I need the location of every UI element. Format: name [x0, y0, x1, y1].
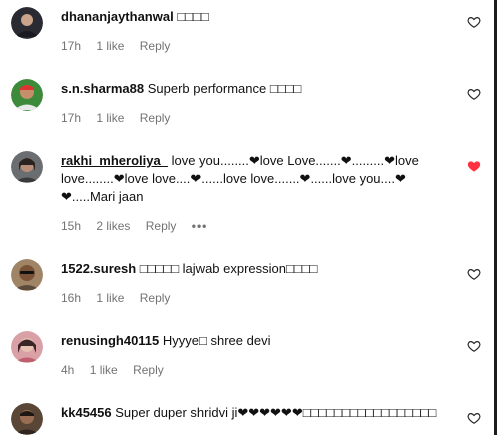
comment-text-line: renusingh40115 Hyyye□ shree devi — [61, 332, 441, 350]
comment-likes[interactable]: 1 like — [96, 111, 124, 125]
comment-text-line: dhananjaythanwal □□□□ — [61, 8, 441, 26]
comment-text: □□□□□ lajwab expression□□□□ — [139, 261, 318, 276]
comment-text-line: kk45456 Super duper shridvi ji❤❤❤❤❤❤□□□□… — [61, 404, 441, 422]
comment-meta: 17h 1 like Reply — [61, 38, 441, 54]
comment-meta: 16h 1 like Reply — [61, 290, 441, 306]
heart-outline-icon[interactable] — [467, 339, 481, 353]
heart-outline-icon[interactable] — [467, 411, 481, 425]
comment-text: □□□□ — [177, 9, 209, 24]
heart-outline-icon[interactable] — [467, 267, 481, 281]
comment-time: 17h — [61, 111, 82, 125]
comment-text: Super duper shridvi ji❤❤❤❤❤❤□□□□□□□□□□□□… — [115, 405, 437, 420]
comment-body: renusingh40115 Hyyye□ shree devi 4h 1 li… — [61, 332, 441, 378]
avatar[interactable] — [11, 331, 43, 363]
avatar[interactable] — [11, 403, 43, 435]
avatar[interactable] — [11, 259, 43, 291]
avatar[interactable] — [11, 151, 43, 183]
reply-button[interactable]: Reply — [146, 219, 177, 233]
comment-body: s.n.sharma88 Superb performance □□□□ 17h… — [61, 80, 441, 126]
comment-likes[interactable]: 1 like — [90, 363, 118, 377]
comment-username[interactable]: kk45456 — [61, 405, 112, 420]
comment-body: rakhi_mheroliya_ love you........❤love L… — [61, 152, 441, 234]
comment-text: Superb performance □□□□ — [147, 81, 302, 96]
reply-button[interactable]: Reply — [140, 111, 171, 125]
reply-button[interactable]: Reply — [140, 291, 171, 305]
comment-body: kk45456 Super duper shridvi ji❤❤❤❤❤❤□□□□… — [61, 404, 441, 422]
comment-username[interactable]: renusingh40115 — [61, 333, 159, 348]
comment-meta: 17h 1 like Reply — [61, 110, 441, 126]
comment-text: Hyyye□ shree devi — [162, 333, 271, 348]
comment-time: 15h — [61, 219, 82, 233]
comment-text-line: 1522.suresh □□□□□ lajwab expression□□□□ — [61, 260, 441, 278]
comment-username[interactable]: rakhi_mheroliya_ — [61, 153, 168, 168]
heart-filled-icon[interactable] — [467, 159, 481, 173]
comment-time: 17h — [61, 39, 82, 53]
heart-outline-icon[interactable] — [467, 15, 481, 29]
reply-button[interactable]: Reply — [140, 39, 171, 53]
comment-body: 1522.suresh □□□□□ lajwab expression□□□□ … — [61, 260, 441, 306]
comment-time: 16h — [61, 291, 82, 305]
comment-meta: 4h 1 like Reply — [61, 362, 441, 378]
comment-text-line: s.n.sharma88 Superb performance □□□□ — [61, 80, 441, 98]
reply-button[interactable]: Reply — [133, 363, 164, 377]
comment-username[interactable]: dhananjaythanwal — [61, 9, 174, 24]
comment-likes[interactable]: 2 likes — [96, 219, 130, 233]
comment-body: dhananjaythanwal □□□□ 17h 1 like Reply — [61, 8, 441, 54]
comment-username[interactable]: s.n.sharma88 — [61, 81, 144, 96]
comment-text-line: rakhi_mheroliya_ love you........❤love L… — [61, 152, 441, 206]
comment-username[interactable]: 1522.suresh — [61, 261, 136, 276]
heart-outline-icon[interactable] — [467, 87, 481, 101]
comment-meta: 15h 2 likes Reply ••• — [61, 218, 441, 234]
comment-time: 4h — [61, 363, 75, 377]
avatar[interactable] — [11, 7, 43, 39]
more-options-icon[interactable]: ••• — [192, 219, 208, 233]
avatar[interactable] — [11, 79, 43, 111]
comment-likes[interactable]: 1 like — [96, 291, 124, 305]
comment-likes[interactable]: 1 like — [96, 39, 124, 53]
